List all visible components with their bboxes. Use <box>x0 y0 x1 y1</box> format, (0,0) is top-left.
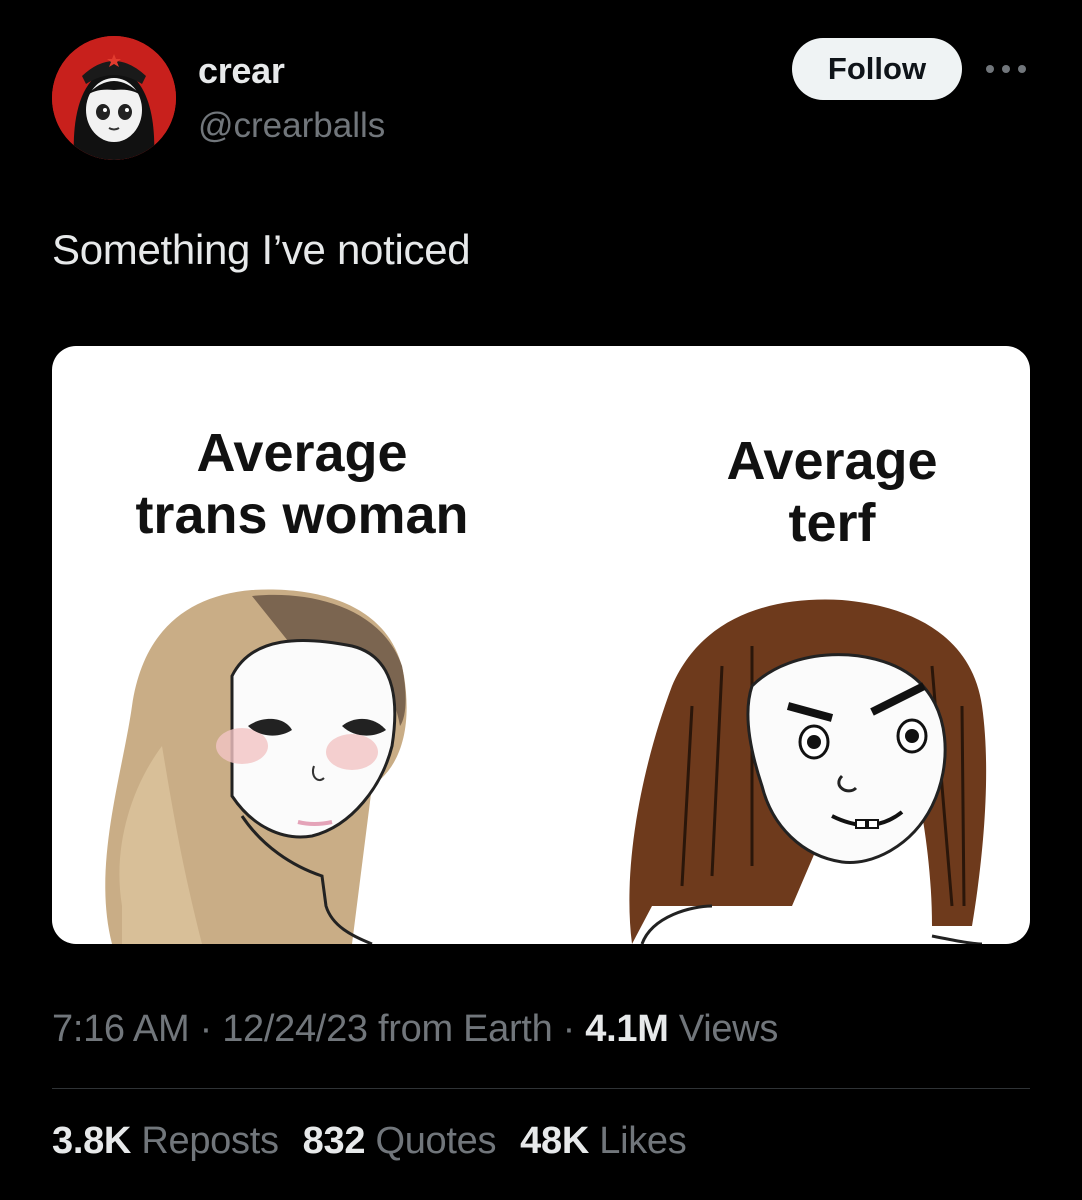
reposts-count: 3.8K <box>52 1120 132 1162</box>
reposts-label: Reposts <box>141 1120 279 1162</box>
user-handle[interactable]: @crearballs <box>198 106 385 146</box>
engagement-stats: 3.8K Reposts 832 Quotes 48K Likes <box>52 1120 687 1163</box>
divider <box>52 1088 1030 1089</box>
likes-count: 48K <box>520 1120 589 1162</box>
tweet-metadata: 7:16 AM · 12/24/23 from Earth · 4.1M Vie… <box>52 1008 778 1051</box>
meme-caption-left-line1: Average <box>196 423 408 483</box>
tweet-time[interactable]: 7:16 AM <box>52 1008 190 1050</box>
meme-caption-left: Average trans woman <box>92 422 512 546</box>
meme-caption-right-line2: terf <box>788 493 876 553</box>
views-count: 4.1M <box>585 1008 669 1050</box>
views-label: Views <box>678 1008 779 1050</box>
tweet-date[interactable]: 12/24/23 <box>222 1008 368 1050</box>
display-name[interactable]: crear <box>198 50 385 92</box>
reposts-stat[interactable]: 3.8K Reposts <box>52 1120 279 1163</box>
separator: · <box>562 1008 576 1050</box>
tweet-media-image[interactable]: Average trans woman Average terf <box>52 346 1030 944</box>
tweet-text: Something I’ve noticed <box>52 226 471 273</box>
meme-caption-right-line1: Average <box>726 431 938 491</box>
follow-button[interactable]: Follow <box>792 38 962 100</box>
meme-caption-left-line2: trans woman <box>135 485 469 545</box>
more-options-icon[interactable] <box>986 54 1026 84</box>
quotes-count: 832 <box>302 1120 366 1162</box>
tweet-source: from Earth <box>378 1008 553 1050</box>
likes-label: Likes <box>599 1120 687 1162</box>
meme-caption-right: Average terf <box>632 430 1030 554</box>
quotes-stat[interactable]: 832 Quotes <box>303 1120 497 1163</box>
tweet-header: crear @crearballs Follow <box>52 36 1032 160</box>
avatar-illustration <box>52 36 176 160</box>
user-names: crear @crearballs <box>198 50 385 146</box>
quotes-label: Quotes <box>375 1120 497 1162</box>
separator: · <box>199 1008 213 1050</box>
likes-stat[interactable]: 48K Likes <box>520 1120 687 1163</box>
avatar[interactable] <box>52 36 176 160</box>
